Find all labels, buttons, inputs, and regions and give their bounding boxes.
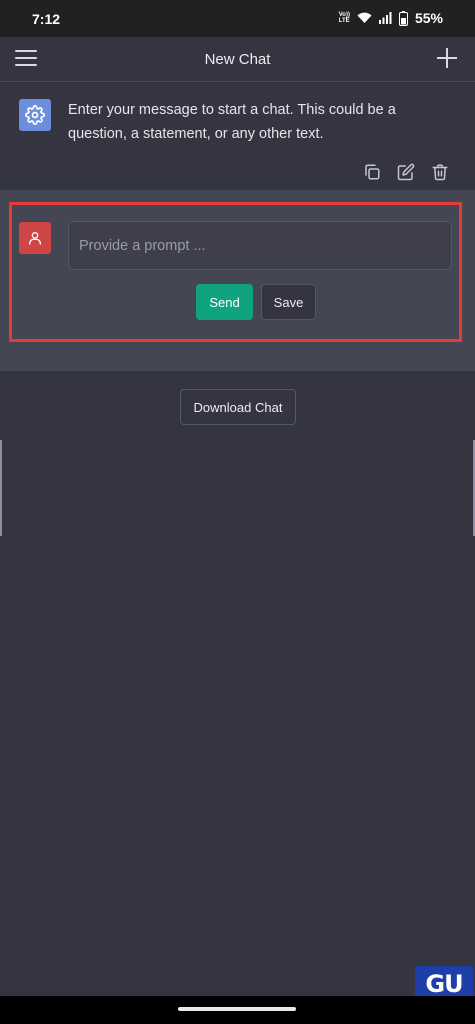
edit-icon[interactable] bbox=[397, 163, 415, 181]
page-title: New Chat bbox=[204, 51, 271, 68]
navigation-bar bbox=[0, 996, 475, 1024]
copy-icon[interactable] bbox=[363, 163, 381, 181]
cell-signal-icon bbox=[378, 12, 392, 24]
prompt-input[interactable] bbox=[68, 221, 452, 270]
status-time: 7:12 bbox=[32, 11, 61, 27]
system-message-text: Enter your message to start a chat. This… bbox=[68, 102, 396, 142]
gesture-handle[interactable] bbox=[178, 1007, 296, 1011]
gear-icon bbox=[25, 105, 45, 125]
status-bar: 7:12 Vo)) LTE 55% bbox=[0, 0, 475, 37]
battery-percentage: 55% bbox=[414, 10, 443, 26]
system-message: Enter your message to start a chat. This… bbox=[0, 82, 475, 190]
app-header: New Chat bbox=[0, 37, 475, 82]
wifi-icon bbox=[357, 12, 372, 23]
status-icons: Vo)) LTE 55% bbox=[339, 10, 443, 26]
download-chat-button[interactable]: Download Chat bbox=[180, 389, 296, 425]
user-icon bbox=[29, 232, 41, 245]
edge-indicator-left bbox=[0, 440, 2, 536]
trash-icon[interactable] bbox=[431, 163, 449, 181]
save-button[interactable]: Save bbox=[261, 284, 316, 320]
prompt-section bbox=[0, 190, 475, 371]
user-avatar bbox=[19, 222, 51, 254]
send-button[interactable]: Send bbox=[196, 284, 253, 320]
watermark-text: GU bbox=[425, 970, 463, 998]
battery-icon bbox=[398, 10, 408, 26]
volte-icon: Vo)) LTE bbox=[338, 12, 350, 24]
message-actions bbox=[363, 163, 449, 181]
new-chat-plus-icon[interactable] bbox=[437, 48, 457, 68]
system-avatar bbox=[19, 99, 51, 131]
